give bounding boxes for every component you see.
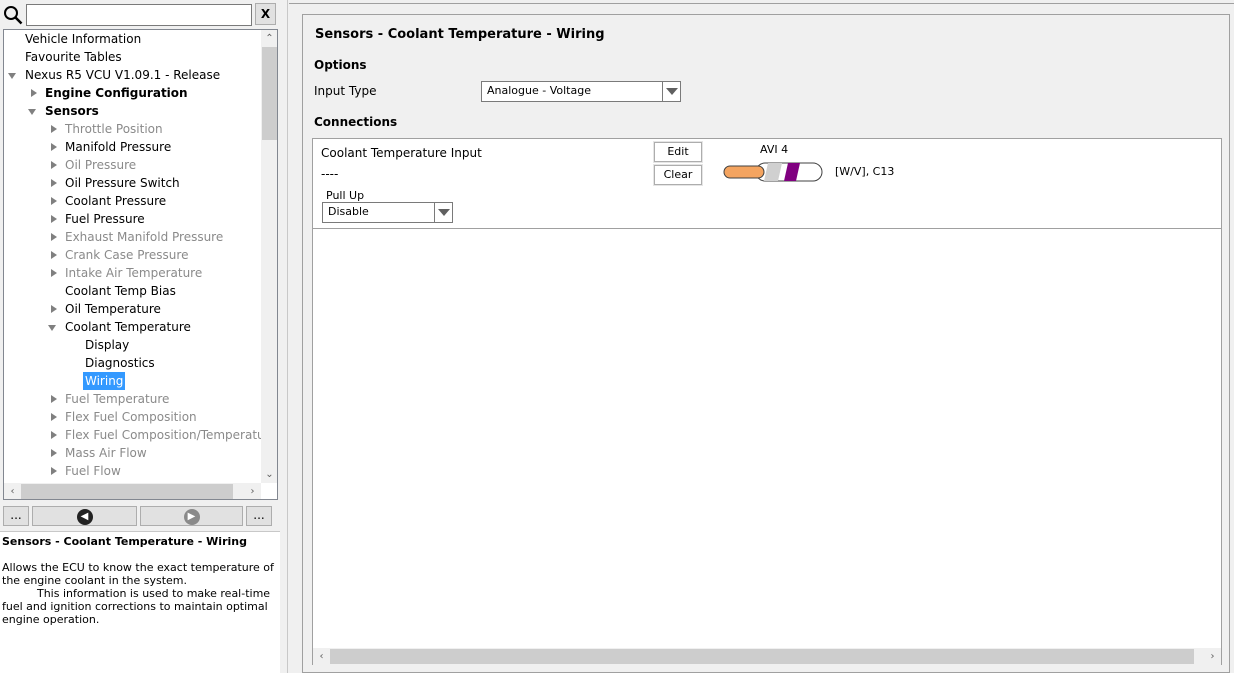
collapsed-icon[interactable] — [49, 120, 59, 138]
pull-up-value: Disable — [328, 205, 369, 218]
tree-item-label: Coolant Pressure — [65, 194, 167, 208]
collapsed-icon[interactable] — [49, 390, 59, 408]
more-right-button[interactable]: ... — [246, 506, 272, 526]
collapsed-icon[interactable] — [49, 192, 59, 210]
connection-value: ---- — [321, 167, 339, 181]
tree-item-label: Vehicle Information — [25, 32, 142, 46]
tree-item-flex-fuel-composition-temperature[interactable]: Flex Fuel Composition/Temperature S — [4, 426, 261, 444]
tree-item-label: Favourite Tables — [25, 50, 122, 64]
expanded-icon[interactable] — [28, 102, 38, 120]
settings-tree: Vehicle Information Favourite Tables Nex… — [3, 29, 278, 500]
tree-item-label: Coolant Temperature — [65, 320, 191, 334]
forward-button[interactable]: ▶ — [140, 506, 243, 526]
dropdown-arrow-icon[interactable] — [662, 82, 680, 101]
collapsed-icon[interactable] — [49, 444, 59, 462]
pin-label: AVI 4 — [760, 143, 789, 156]
pull-up-label: Pull Up — [326, 189, 365, 202]
collapsed-icon[interactable] — [49, 228, 59, 246]
tree-item-label: Coolant Temp Bias — [65, 284, 176, 298]
tree-item-label-selected: Wiring — [83, 372, 126, 390]
collapsed-icon[interactable] — [49, 156, 59, 174]
input-type-value: Analogue - Voltage — [487, 84, 591, 97]
pull-up-select[interactable]: Disable — [322, 202, 453, 223]
tree-item-label: Fuel Temperature — [65, 392, 170, 406]
scroll-right-icon[interactable]: › — [244, 483, 261, 499]
chevron-right-icon: ▶ — [183, 509, 200, 525]
tree-item-label: Nexus R5 VCU V1.09.1 - Release — [25, 68, 221, 82]
connections-horizontal-scrollbar[interactable]: ‹ › — [313, 648, 1221, 665]
collapsed-icon[interactable] — [29, 84, 39, 102]
search-icon[interactable] — [3, 5, 23, 25]
description-body: Allows the ECU to know the exact tempera… — [2, 561, 274, 626]
scroll-left-icon[interactable]: ‹ — [4, 483, 21, 499]
tree-item-label: Crank Case Pressure — [65, 248, 189, 262]
clear-button[interactable]: Clear — [654, 165, 702, 185]
expanded-icon[interactable] — [48, 318, 58, 336]
search-input[interactable] — [26, 4, 252, 26]
scroll-left-icon[interactable]: ‹ — [313, 648, 330, 665]
scroll-right-icon[interactable]: › — [1204, 648, 1221, 665]
description-panel: Sensors - Coolant Temperature - Wiring A… — [0, 531, 280, 673]
connections-scroll-thumb[interactable] — [330, 649, 1194, 664]
navigation-bar: ... ◀ ▶ ... — [0, 503, 278, 529]
tree-item-label: Manifold Pressure — [65, 140, 172, 154]
dropdown-arrow-icon[interactable] — [434, 203, 452, 222]
tree-item-label: Exhaust Manifold Pressure — [65, 230, 224, 244]
collapsed-icon[interactable] — [49, 426, 59, 444]
collapsed-icon[interactable] — [49, 174, 59, 192]
options-section-label: Options — [314, 58, 367, 72]
tree-item-label: Flex Fuel Composition/Temperature S — [65, 428, 261, 442]
input-type-select[interactable]: Analogue - Voltage — [481, 81, 681, 102]
connection-row: Coolant Temperature Input ---- Pull Up D… — [313, 139, 1221, 229]
tree-item-label: Fuel Flow — [65, 464, 121, 478]
page-title: Sensors - Coolant Temperature - Wiring — [315, 27, 605, 42]
tree-item-label: Diagnostics — [85, 356, 155, 370]
description-title: Sensors - Coolant Temperature - Wiring — [2, 535, 247, 548]
content-panel: Sensors - Coolant Temperature - Wiring O… — [302, 14, 1230, 673]
tree-vertical-scroll-thumb[interactable] — [262, 47, 277, 140]
collapsed-icon[interactable] — [49, 138, 59, 156]
chevron-left-icon: ◀ — [76, 509, 93, 525]
tree-horizontal-scroll-thumb[interactable] — [21, 484, 233, 499]
connections-list: Coolant Temperature Input ---- Pull Up D… — [312, 138, 1222, 665]
more-left-button[interactable]: ... — [3, 506, 29, 526]
wire-icon — [723, 162, 823, 182]
tree-item-label: Intake Air Temperature — [65, 266, 203, 280]
tree-item-label: Oil Pressure Switch — [65, 176, 180, 190]
tab-strip — [289, 0, 1234, 4]
tree-item-label: Oil Temperature — [65, 302, 161, 316]
collapsed-icon[interactable] — [49, 210, 59, 228]
connections-section-label: Connections — [314, 115, 398, 129]
tree-item-label: Mass Air Flow — [65, 446, 147, 460]
input-type-label: Input Type — [314, 84, 377, 98]
scroll-down-icon[interactable]: ⌄ — [261, 466, 277, 483]
clear-search-button[interactable]: X — [255, 3, 276, 25]
collapsed-icon[interactable] — [49, 408, 59, 426]
tree-horizontal-scrollbar[interactable]: ‹ › — [4, 483, 261, 499]
expanded-icon[interactable] — [8, 66, 18, 84]
collapsed-icon[interactable] — [49, 300, 59, 318]
collapsed-icon[interactable] — [49, 246, 59, 264]
tree-vertical-scrollbar[interactable]: ⌃ ⌄ — [261, 30, 277, 483]
tree-item-label: Sensors — [45, 104, 99, 118]
back-button[interactable]: ◀ — [32, 506, 137, 526]
collapsed-icon[interactable] — [49, 462, 59, 480]
navigation-pane: X Vehicle Information Favourite Tables N… — [0, 0, 280, 673]
pane-splitter[interactable] — [280, 0, 288, 673]
tree-item-label: Throttle Position — [65, 122, 163, 136]
connection-name: Coolant Temperature Input — [321, 146, 482, 160]
pin-detail: [W/V], C13 — [835, 165, 895, 178]
tree-item-label: Engine Configuration — [45, 86, 188, 100]
tree-item-label: Display — [85, 338, 130, 352]
scroll-up-icon[interactable]: ⌃ — [261, 30, 277, 47]
tree-item-label: Oil Pressure — [65, 158, 137, 172]
tree-item-label: Flex Fuel Composition — [65, 410, 197, 424]
collapsed-icon[interactable] — [49, 264, 59, 282]
edit-button[interactable]: Edit — [654, 142, 702, 162]
tree-item-label: Fuel Pressure — [65, 212, 145, 226]
